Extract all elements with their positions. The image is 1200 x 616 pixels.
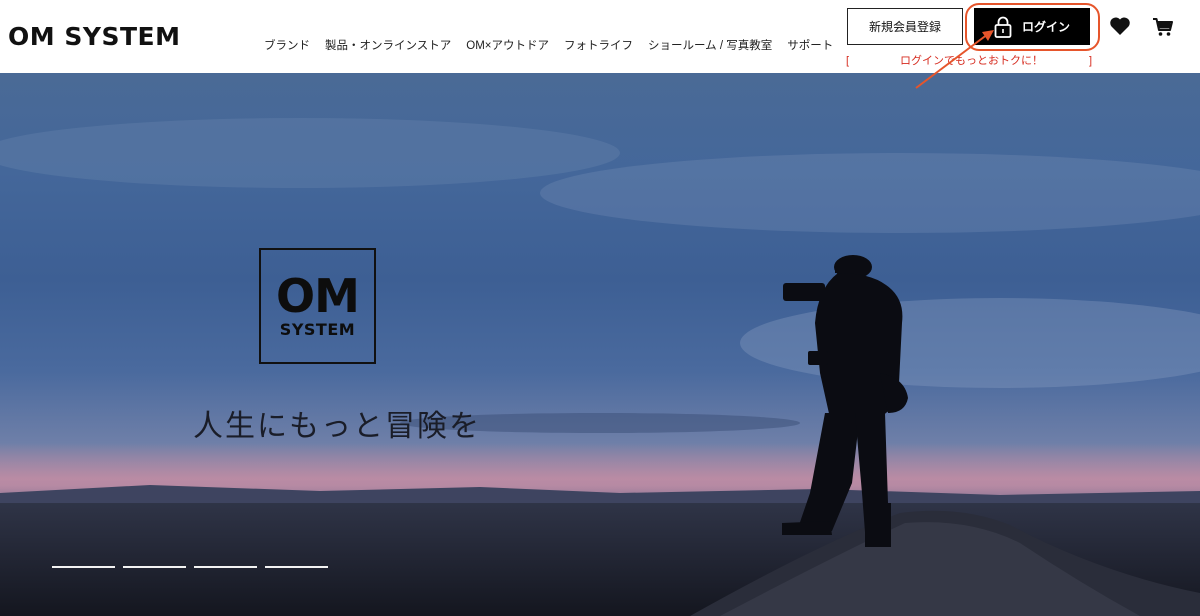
slider-indicators: [52, 566, 328, 568]
login-label: ログイン: [1021, 20, 1070, 34]
hero-brand-logo: OM SYSTEM: [259, 248, 376, 364]
register-button[interactable]: 新規会員登録: [847, 8, 963, 45]
site-header: OM SYSTEM ブランド 製品・オンラインストア OM×アウトドア フォトラ…: [0, 0, 1200, 73]
promo-text: ログインでもっとおトクに！: [900, 55, 1043, 67]
lock-icon: [994, 16, 1012, 38]
promo-bracket-right: ]: [1089, 55, 1093, 67]
heart-icon[interactable]: [1109, 16, 1131, 36]
slide-indicator-3[interactable]: [194, 566, 257, 568]
hero-logo-om: OM: [276, 269, 360, 323]
nav-item-showroom[interactable]: ショールーム / 写真教室: [648, 38, 772, 54]
slide-indicator-1[interactable]: [52, 566, 115, 568]
hero-logo-system: SYSTEM: [279, 320, 356, 339]
nav-item-support[interactable]: サポート: [787, 38, 833, 54]
hero-banner[interactable]: OM SYSTEM 人生にもっと冒険を: [0, 73, 1200, 616]
nav-item-outdoor[interactable]: OM×アウトドア: [466, 38, 549, 54]
cart-icon[interactable]: [1152, 16, 1174, 38]
nav-item-brand[interactable]: ブランド: [264, 38, 310, 54]
brand-logo[interactable]: OM SYSTEM: [8, 22, 180, 52]
hero-tagline: 人生にもっと冒険を: [193, 409, 481, 444]
login-button[interactable]: ログイン: [974, 8, 1090, 45]
hero-photo: [0, 118, 1200, 616]
slide-indicator-2[interactable]: [123, 566, 186, 568]
promo-bracket-left: [: [846, 55, 850, 67]
main-nav: ブランド 製品・オンラインストア OM×アウトドア フォトライフ ショールーム …: [264, 38, 848, 54]
nav-item-products-store[interactable]: 製品・オンラインストア: [325, 38, 451, 54]
slide-indicator-4[interactable]: [265, 566, 328, 568]
nav-item-photolife[interactable]: フォトライフ: [564, 38, 633, 54]
